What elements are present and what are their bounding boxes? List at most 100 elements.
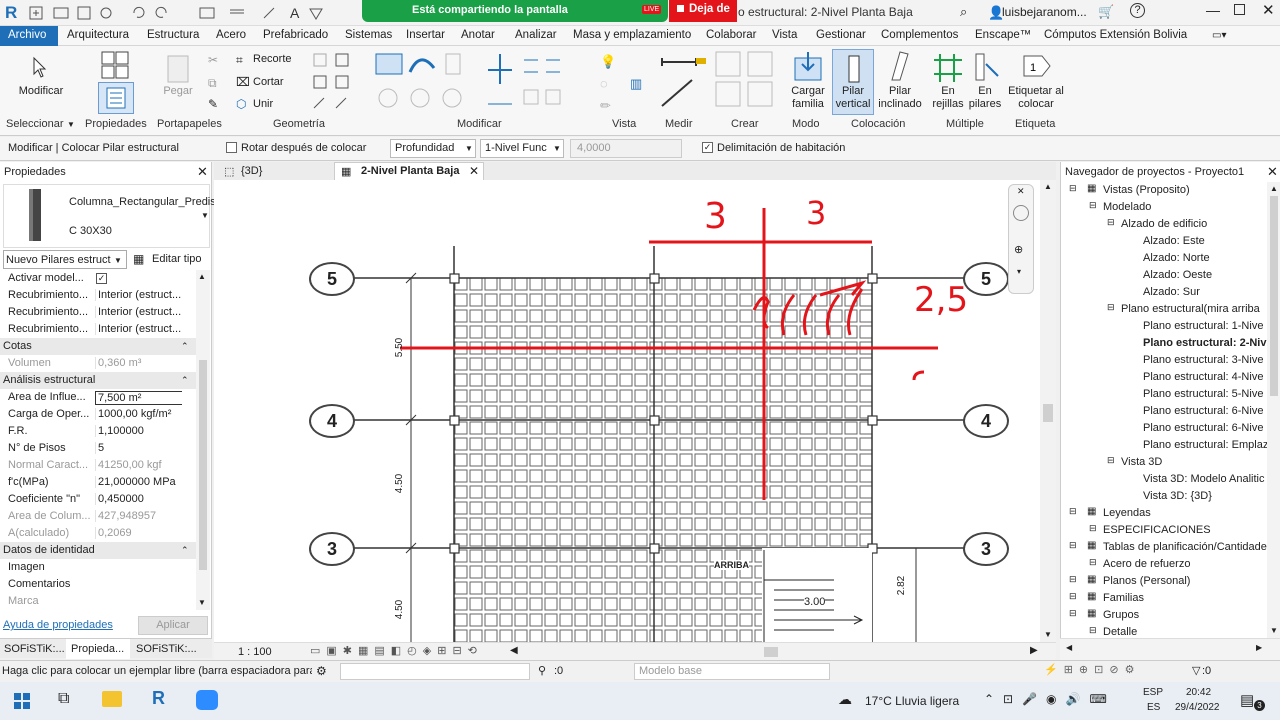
tree-toggle-icon[interactable]: ⊟ [1089,523,1097,534]
property-row[interactable]: F.R. 1,100000 [4,423,182,440]
property-value[interactable]: 5 [95,442,182,454]
tab-planta-baja[interactable]: ▦ 2-Nivel Planta Baja ✕ [334,162,484,180]
quick-access-toolbar[interactable]: A [28,5,348,21]
scale-selector[interactable]: 1 : 100 [238,646,272,658]
en-pilares-button[interactable]: En pilares [964,85,1006,111]
section-cotas[interactable]: Cotas [0,338,196,355]
tab-sistemas[interactable]: Sistemas [345,29,392,41]
cargar-familia-button[interactable]: Cargar familia [786,85,830,111]
geometry-tools-icons[interactable] [312,52,354,114]
tree-toggle-icon[interactable]: ⊟ [1089,200,1097,211]
minimize-button[interactable]: — [1206,2,1220,18]
apply-button[interactable]: Aplicar [138,616,208,635]
zoom-icon[interactable]: ⊕ [1014,243,1023,256]
browser-hscroll[interactable]: ◀ ▶ [1060,638,1280,660]
etiquetar-button[interactable]: Etiquetar al colocar [1008,85,1064,111]
browser-item[interactable]: ESPECIFICACIONES [1103,524,1211,536]
grid-bubble-5-right[interactable]: 5 [963,262,1009,296]
worksets-icon[interactable]: ⚙ [316,664,327,678]
browser-item[interactable]: Plano estructural: 2-Niv [1143,337,1266,349]
view-control-icons[interactable]: ▭▣✱▦▤◧◴◈⊞⊟⟲ [310,644,483,657]
property-row[interactable]: f'c(MPa) 21,000000 MPa [4,474,182,491]
selection-filter-icons[interactable]: ⚡⊞⊕⊡⊘⚙ [1044,663,1140,676]
ribbon-toggle-icon[interactable]: ▭▾ [1212,30,1226,41]
group-seleccionar[interactable]: Seleccionar [6,118,63,130]
pilar-vertical-button[interactable]: Pilar vertical [832,49,874,115]
tree-toggle-icon[interactable]: ⊟ [1069,574,1077,585]
type-selector[interactable]: Columna_Rectangular_Prediseño C 30X30 ▼ [3,184,234,248]
property-row[interactable]: Imagen [4,559,182,576]
design-options-icon[interactable]: ⚲ [538,664,546,677]
revit-taskbar-icon[interactable]: R [152,688,165,709]
en-rejillas-button[interactable]: En rejillas [928,85,968,111]
tab-computos[interactable]: Cómputos Extensión Bolivia [1044,29,1187,41]
browser-item[interactable]: Plano estructural: 6-Nive [1143,405,1263,417]
workset-select[interactable] [340,663,530,680]
tab-sofistik-1[interactable]: SOFiSTiK:... [4,643,65,655]
tree-toggle-icon[interactable]: ⊟ [1069,183,1077,194]
property-row[interactable]: Recubrimiento... Interior (estruct... [4,321,182,338]
close-icon[interactable]: ✕ [197,164,208,180]
tray-icons[interactable]: ⌃⊡🎤◉🔊⌨ [984,692,1116,706]
tab-anotar[interactable]: Anotar [461,29,495,41]
property-value[interactable]: 1,100000 [95,425,182,437]
tree-toggle-icon[interactable]: ⊟ [1069,540,1077,551]
unir-button[interactable]: Unir [253,98,273,110]
activar-checkbox[interactable]: ✓ [96,273,107,284]
property-row[interactable]: N° de Pisos 5 [4,440,182,457]
browser-item[interactable]: Acero de refuerzo [1103,558,1190,570]
collapse-icon[interactable]: ⌃ [181,341,189,352]
tab-3d[interactable]: {3D} [241,165,262,177]
section-analisis[interactable]: Análisis estructural [0,372,196,389]
tab-insertar[interactable]: Insertar [406,29,445,41]
notification-icon[interactable]: ▤ [1240,691,1254,709]
bulb-icon[interactable]: 💡 [600,54,616,70]
tab-estructura[interactable]: Estructura [147,29,199,41]
property-row[interactable]: A(calculado) 0,2069 [4,525,182,542]
browser-item[interactable]: Alzado de edificio [1121,218,1207,230]
browser-item[interactable]: Alzado: Norte [1143,252,1210,264]
close-icon[interactable]: ✕ [1017,186,1025,197]
filter-icon[interactable]: ▽ [1192,664,1200,677]
tree-toggle-icon[interactable]: ⊟ [1107,302,1115,313]
tab-propiedades[interactable]: Propieda... [71,643,124,655]
scrollbar[interactable]: ▲ ▼ [1267,182,1280,638]
revit-logo[interactable]: R [5,3,17,23]
browser-item[interactable]: Plano estructural: 1-Nive [1143,320,1263,332]
property-value[interactable]: Interior (estruct... [95,323,182,335]
recorte-button[interactable]: Recorte [253,53,292,65]
delim-checkbox[interactable]: ✓ [702,142,713,153]
tab-prefabricado[interactable]: Prefabricado [263,29,328,41]
chevron-down-icon[interactable]: ▼ [67,120,75,129]
windows-start-icon[interactable] [14,693,30,709]
properties-help-link[interactable]: Ayuda de propiedades [3,619,113,631]
property-value[interactable]: 41250,00 kgf [95,459,182,471]
browser-item[interactable]: Familias [1103,592,1144,604]
tree-toggle-icon[interactable]: ⊟ [1089,557,1097,568]
property-value[interactable]: 1000,00 kgf/m² [95,408,182,420]
tree-toggle-icon[interactable]: ⊟ [1069,506,1077,517]
maximize-button[interactable] [1234,4,1245,15]
cut-icon[interactable]: ✂ [208,53,218,67]
browser-item[interactable]: Detalle [1103,626,1137,638]
browser-item[interactable]: Plano estructural: Emplaz [1143,439,1267,451]
task-view-icon[interactable]: ⧉ [58,690,69,708]
nivel-select[interactable]: 1-Nivel Func ▼ [480,139,564,158]
navigation-bar[interactable]: ✕ ⊕ ▾ [1008,184,1034,294]
modify-tools-icons-2[interactable] [484,50,574,114]
property-value[interactable]: Interior (estruct... [95,289,182,301]
browser-item[interactable]: Plano estructural: 4-Nive [1143,371,1263,383]
property-row[interactable]: Recubrimiento... Interior (estruct... [4,287,182,304]
language-primary[interactable]: ESP [1143,687,1163,698]
property-value[interactable]: 7,500 m² [95,391,182,405]
vertical-scrollbar[interactable]: ▲ ▼ [1040,180,1056,642]
cortar-button[interactable]: Cortar [253,76,284,88]
property-row[interactable]: Normal Caract... 41250,00 kgf [4,457,182,474]
browser-item[interactable]: Grupos [1103,609,1139,621]
model-select[interactable]: Modelo base [634,663,830,680]
copy-icon[interactable]: ⧉ [208,76,217,91]
clock-date[interactable]: 29/4/2022 [1175,702,1220,713]
match-icon[interactable]: ✎ [208,97,218,111]
property-row[interactable]: Volumen 0,360 m³ [4,355,182,372]
clock-time[interactable]: 20:42 [1186,687,1211,698]
